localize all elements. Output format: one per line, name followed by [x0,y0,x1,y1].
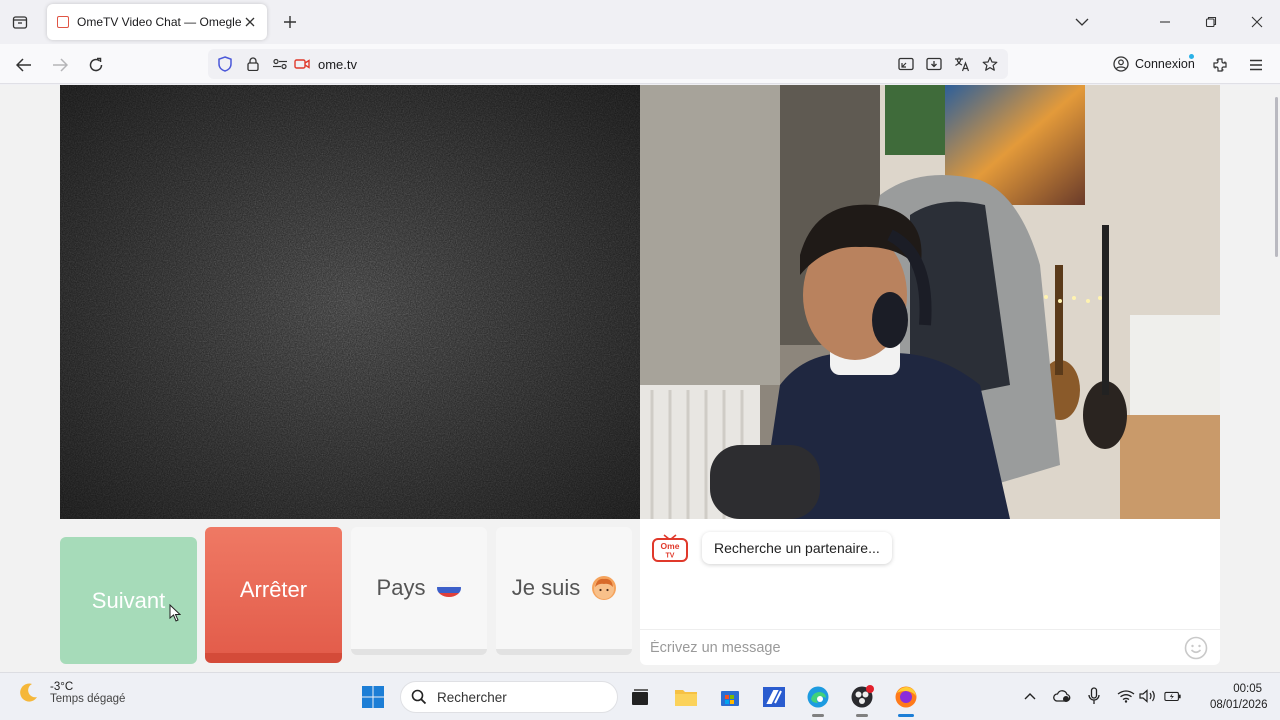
reload-icon[interactable] [85,54,107,76]
tab-list-icon[interactable] [8,10,32,34]
task-view-icon[interactable] [626,683,654,711]
logo-text-tv: TV [666,553,675,560]
boy-avatar-icon [592,576,617,600]
lock-icon[interactable] [245,56,261,72]
translate-icon[interactable] [954,56,970,72]
chevron-down-icon[interactable] [1072,12,1092,32]
browser-tab-bar: OmeTV Video Chat — Omegle [0,0,1280,44]
close-tab-icon[interactable] [241,13,259,31]
country-button-label: Pays [376,575,426,600]
weather-description: Temps dégagé [50,693,126,705]
new-tab-icon[interactable] [280,12,300,32]
gender-button-label: Je suis [511,575,581,600]
edge-browser-icon[interactable] [804,683,832,717]
stop-button-label: Arrêter [239,577,308,602]
next-button-label: Suivant [91,587,166,613]
chat-controls: Suivant Arrêter Pays Je suis [60,527,634,667]
back-arrow-icon[interactable] [13,54,35,76]
windows-taskbar: -3°C Temps dégagé Rechercher 00:05 08/01… [0,672,1280,720]
tab-title: OmeTV Video Chat — Omegle [77,15,242,29]
address-bar[interactable]: ome.tv [208,49,1008,79]
stop-button[interactable]: Arrêter [205,527,342,663]
gender-button[interactable]: Je suis [496,527,632,655]
account-button-label: Connexion [1135,57,1195,71]
notification-dot [1189,54,1194,59]
picture-in-picture-icon[interactable] [898,56,914,72]
firefox-icon[interactable] [892,683,920,717]
hamburger-menu-icon[interactable] [1245,54,1267,76]
shield-icon[interactable] [217,56,233,72]
message-input[interactable] [650,635,1170,661]
taskbar-search[interactable]: Rechercher [400,681,618,713]
ometv-page: Suivant Arrêter Pays Je suis Ome TV Rech… [0,85,1280,672]
chevron-up-icon[interactable] [1021,687,1039,705]
clock-time: 00:05 [1233,683,1262,695]
microsoft-store-icon[interactable] [716,683,744,711]
wifi-icon[interactable] [1117,687,1135,705]
restore-icon[interactable] [1201,12,1221,32]
active-app-indicator [812,714,824,717]
account-button[interactable]: Connexion [1105,50,1200,78]
page-scrollbar[interactable] [1275,97,1278,257]
moon-icon [20,683,37,702]
extensions-icon[interactable] [1209,54,1231,76]
country-button[interactable]: Pays [351,527,487,655]
microphone-icon[interactable] [1085,687,1103,705]
onedrive-sync-icon[interactable] [1053,687,1071,705]
code-editor-icon[interactable] [760,683,788,711]
active-app-indicator [898,714,914,717]
russia-flag-icon [437,579,462,597]
message-input-row [640,629,1220,665]
account-icon [1113,56,1129,72]
windows-start-icon[interactable] [361,685,385,709]
tab-ometv[interactable]: OmeTV Video Chat — Omegle [47,4,267,40]
next-button[interactable]: Suivant [60,537,197,664]
system-clock[interactable]: 00:05 08/01/2026 [1210,681,1268,713]
active-app-indicator [856,714,868,717]
minimize-icon[interactable] [1155,12,1175,32]
status-message: Recherche un partenaire... [702,532,892,564]
mouse-cursor-icon [169,604,181,622]
volume-icon[interactable] [1139,687,1157,705]
forward-arrow-icon[interactable] [49,54,71,76]
browser-nav-bar: ome.tv Connexion [0,44,1280,84]
video-static-noise [60,85,640,519]
search-placeholder: Rechercher [437,689,507,705]
ometv-favicon-icon [57,16,69,28]
url-text[interactable]: ome.tv [318,57,357,72]
save-to-pocket-icon[interactable] [926,56,942,72]
self-webcam-video [640,85,1220,519]
bookmark-star-icon[interactable] [982,56,998,72]
clock-date: 08/01/2026 [1210,699,1268,711]
close-window-icon[interactable] [1247,12,1267,32]
partner-video [60,85,640,519]
logo-text-ome: Ome [661,541,680,551]
weather-temperature: -3°C [50,681,74,693]
chat-panel: Ome TV Recherche un partenaire... [640,519,1220,665]
file-explorer-icon[interactable] [672,683,700,711]
smiley-icon[interactable] [1184,636,1208,660]
battery-icon[interactable] [1164,687,1182,705]
obs-studio-icon[interactable] [848,683,876,717]
camera-in-use-icon[interactable] [294,56,310,72]
weather-widget[interactable]: -3°C Temps dégagé [16,681,125,705]
search-icon [411,689,427,705]
permissions-icon[interactable] [272,56,288,72]
ometv-logo: Ome TV [652,533,688,562]
